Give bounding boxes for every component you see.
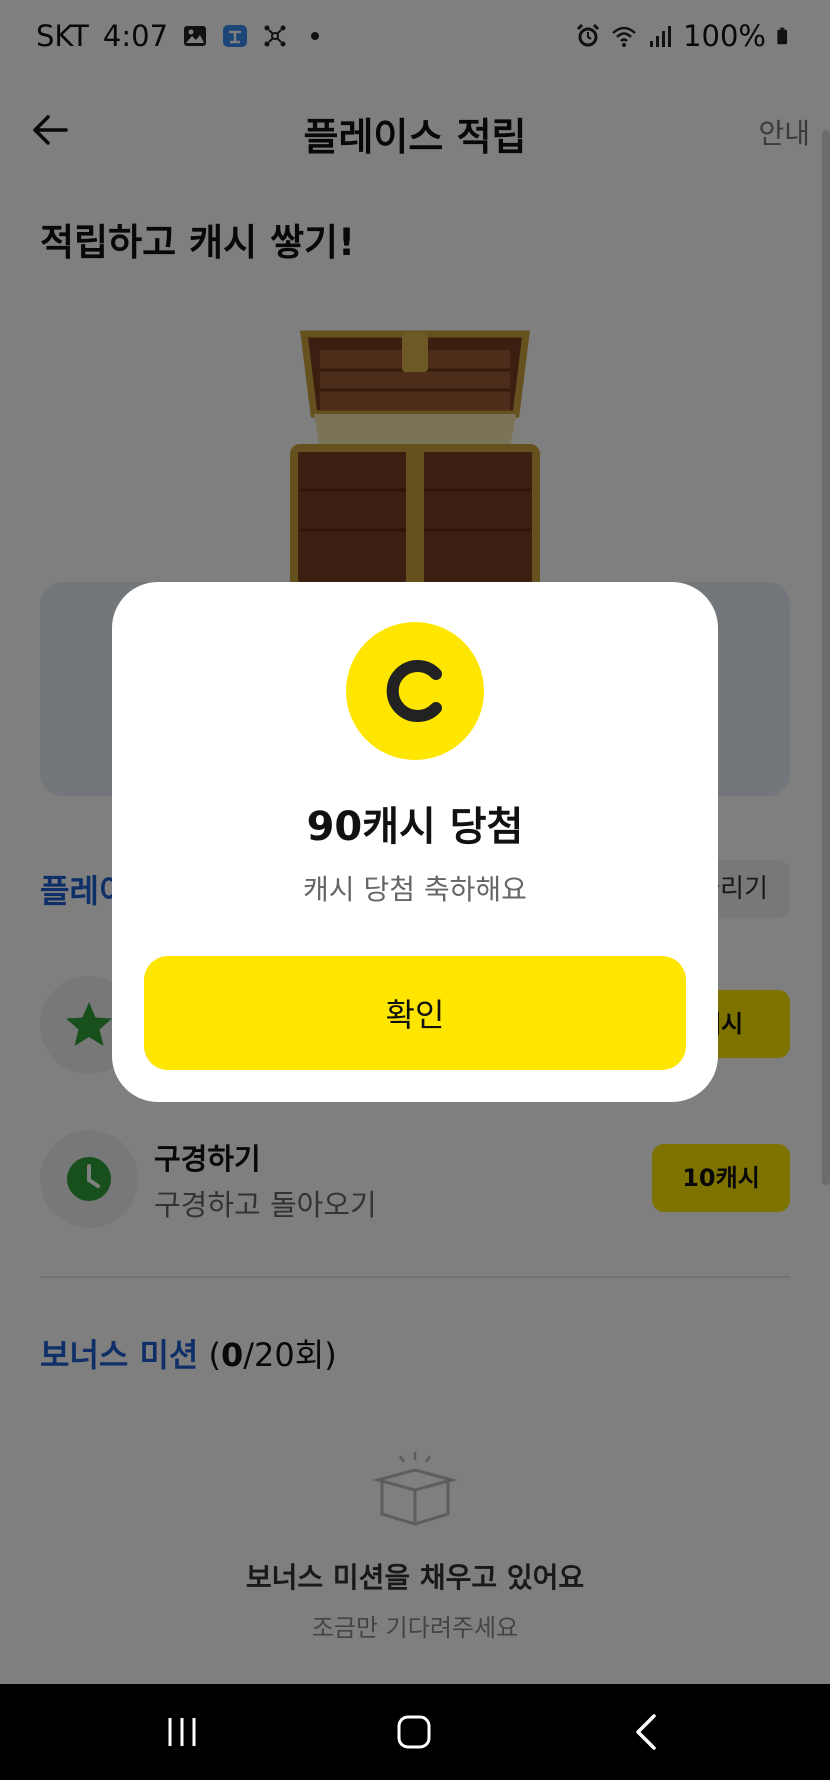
reward-modal: 90캐시 당첨 캐시 당첨 축하해요 확인	[112, 582, 718, 1102]
cash-c-icon	[386, 660, 442, 722]
recent-apps-icon[interactable]	[158, 1708, 206, 1756]
system-back-icon[interactable]	[624, 1708, 672, 1756]
confirm-button[interactable]: 확인	[144, 956, 686, 1070]
cash-coin-icon	[346, 622, 484, 760]
modal-title: 90캐시 당첨	[306, 804, 524, 850]
home-icon[interactable]	[390, 1708, 438, 1756]
system-nav-bar	[0, 1684, 830, 1780]
modal-subtitle: 캐시 당첨 축하해요	[303, 873, 527, 906]
